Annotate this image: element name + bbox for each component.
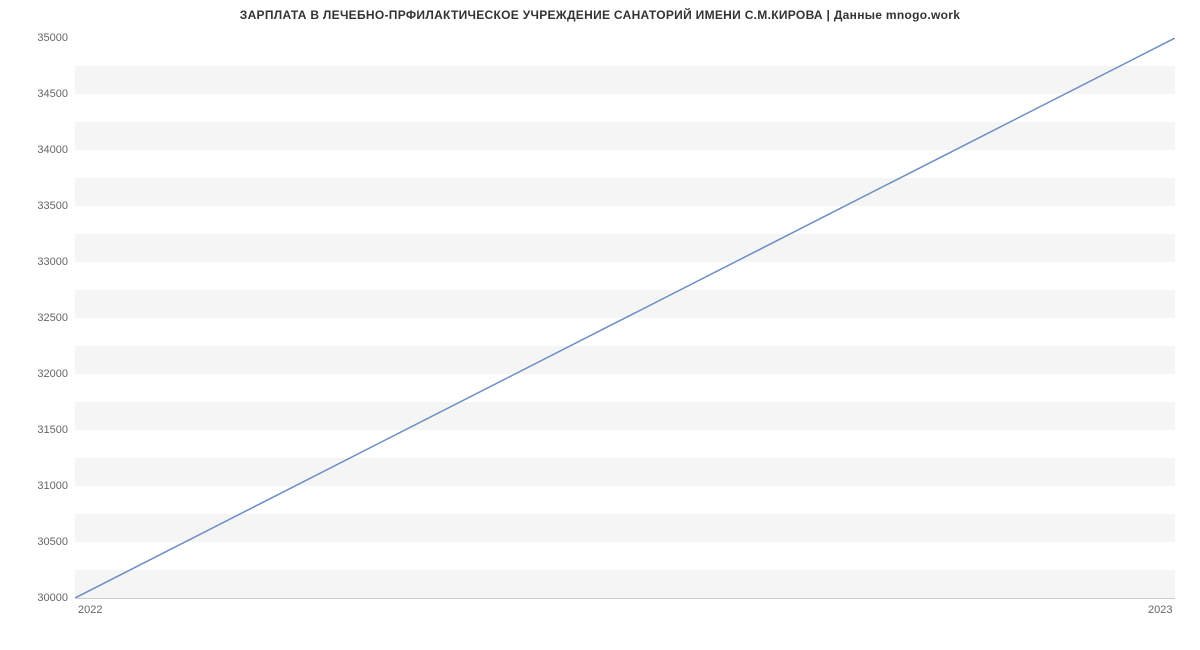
y-tick-label: 32000 [8, 368, 68, 380]
plot-area [75, 38, 1175, 599]
x-tick-label: 2022 [78, 604, 102, 616]
y-tick-label: 31500 [8, 424, 68, 436]
y-tick-label: 33000 [8, 256, 68, 268]
y-tick-label: 33500 [8, 200, 68, 212]
x-tick-label: 2023 [1148, 604, 1172, 616]
y-tick-label: 34000 [8, 144, 68, 156]
y-tick-label: 35000 [8, 32, 68, 44]
y-tick-label: 30500 [8, 536, 68, 548]
y-tick-label: 30000 [8, 592, 68, 604]
y-tick-label: 32500 [8, 312, 68, 324]
y-tick-label: 34500 [8, 88, 68, 100]
chart-title: ЗАРПЛАТА В ЛЕЧЕБНО-ПРФИЛАКТИЧЕСКОЕ УЧРЕЖ… [0, 8, 1200, 22]
chart-container: ЗАРПЛАТА В ЛЕЧЕБНО-ПРФИЛАКТИЧЕСКОЕ УЧРЕЖ… [0, 0, 1200, 650]
y-tick-label: 31000 [8, 480, 68, 492]
